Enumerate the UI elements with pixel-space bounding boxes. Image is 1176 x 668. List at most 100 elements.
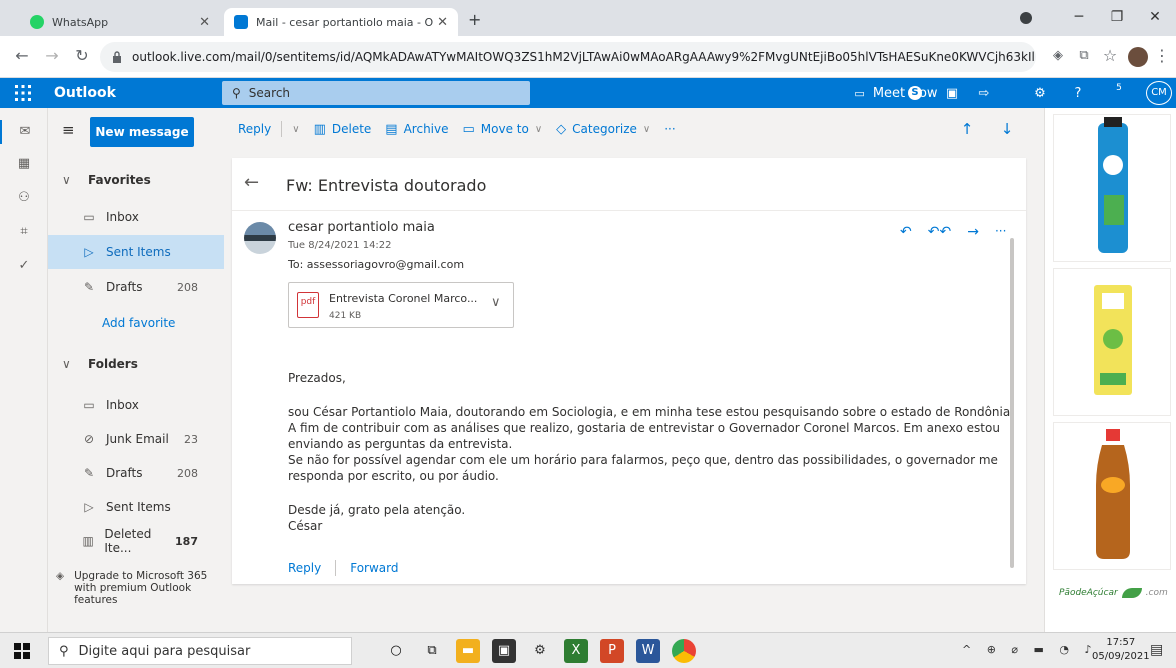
attach-icon[interactable]: ⌗ <box>12 220 36 244</box>
send-icon: ▷ <box>84 245 94 259</box>
profile-dot-icon[interactable] <box>1020 12 1032 24</box>
recipient-line: To: assessoriagovro@gmail.com <box>288 258 465 271</box>
forward-link[interactable]: Forward <box>350 561 398 575</box>
sidebar-item-favorites-drafts[interactable]: ✎ Drafts 208 <box>48 270 224 304</box>
hamburger-menu-icon[interactable]: ≡ <box>62 121 75 139</box>
taskbar-clock[interactable]: 17:57 05/09/2021 <box>1092 636 1150 664</box>
sidebar-item-sent[interactable]: ▷ Sent Items <box>48 490 224 524</box>
reply-all-icon[interactable]: ↶↶ <box>928 224 951 240</box>
more-icon[interactable]: ··· <box>995 224 1006 240</box>
url-bar[interactable]: outlook.live.com/mail/0/sentitems/id/AQM… <box>100 42 1036 72</box>
reply-icon[interactable]: ↶ <box>900 224 912 240</box>
new-tab-button[interactable]: + <box>468 10 481 29</box>
move-to-button[interactable]: ▭ Move to ∨ <box>463 122 543 137</box>
meet-now-button[interactable]: ▭ Meet Now <box>852 83 940 103</box>
folder-label: Inbox <box>106 398 139 412</box>
reply-link[interactable]: Reply <box>288 561 321 575</box>
profile-avatar[interactable] <box>1128 47 1148 67</box>
sender-avatar[interactable] <box>244 222 276 254</box>
word-icon[interactable]: W <box>636 639 660 663</box>
back-icon[interactable]: ← <box>10 44 34 68</box>
new-message-button[interactable]: New message <box>90 117 194 147</box>
powerpoint-icon[interactable]: P <box>600 639 624 663</box>
reply-button[interactable]: Reply <box>238 122 271 136</box>
archive-button[interactable]: ▤ Archive <box>385 122 448 137</box>
sidebar-item-inbox[interactable]: ▭ Inbox <box>48 388 224 422</box>
sidebar-item-drafts[interactable]: ✎ Drafts 208 <box>48 456 224 490</box>
sidebar-item-junk[interactable]: ⊘ Junk Email 23 <box>48 422 224 456</box>
close-tab-icon[interactable]: ✕ <box>199 15 210 30</box>
search-icon: ⚲ <box>59 643 69 659</box>
attachment-card[interactable]: pdf Entrevista Coronel Marco... 421 KB ∨ <box>288 282 514 328</box>
settings-icon[interactable]: ⚙ <box>528 639 552 663</box>
add-favorite-link[interactable]: Add favorite <box>102 316 175 330</box>
people-icon[interactable]: ⚇ <box>12 186 36 210</box>
system-tray-icons[interactable]: ^ ⊕ ⌀ ▬ ◔ ♪ <box>962 643 1098 656</box>
tab-whatsapp[interactable]: WhatsApp ✕ <box>20 8 220 36</box>
app-title[interactable]: Outlook <box>54 85 116 101</box>
favorites-header[interactable]: ∨ Favorites <box>62 170 151 190</box>
store-icon[interactable]: ▣ <box>492 639 516 663</box>
forward-icon[interactable]: → <box>967 224 979 240</box>
reading-pane: ← Fw: Entrevista doutorado cesar portant… <box>224 150 1044 632</box>
video-icon: ▭ <box>854 86 865 100</box>
feedback-icon[interactable]: 5 <box>1106 83 1132 103</box>
upgrade-text: Upgrade to Microsoft 365 with premium Ou… <box>74 570 208 606</box>
sidebar-item-favorites-inbox[interactable]: ▭ Inbox <box>48 200 224 234</box>
cortana-icon[interactable]: ○ <box>384 639 408 663</box>
notifications-icon[interactable]: ▤ <box>1150 642 1163 658</box>
user-avatar[interactable]: CM <box>1146 81 1172 105</box>
folder-count: 208 <box>177 466 198 480</box>
ad-brand-logo[interactable]: PãodeAçúcar .com <box>1059 588 1168 598</box>
next-item-icon[interactable]: ↓ <box>994 116 1020 142</box>
ad-product-image[interactable] <box>1053 114 1171 262</box>
sidebar-item-deleted[interactable]: ▥ Deleted Ite... 187 <box>48 524 224 558</box>
chevron-down-icon[interactable]: ∨ <box>491 295 501 310</box>
delete-button[interactable]: ▥ Delete <box>314 122 372 137</box>
tab-outlook[interactable]: Mail - cesar portantiolo maia - O ✕ <box>224 8 458 36</box>
file-explorer-icon[interactable]: ▬ <box>456 639 480 663</box>
minimize-icon[interactable]: ─ <box>1060 4 1098 30</box>
categorize-button[interactable]: ◇ Categorize ∨ <box>556 122 650 137</box>
reply-dropdown[interactable]: ∨ <box>286 124 299 135</box>
search-input[interactable]: ⚲ Search <box>222 81 530 105</box>
sidebar-item-favorites-sent[interactable]: ▷ Sent Items <box>48 235 224 269</box>
body-paragraph: Prezados, <box>288 371 346 385</box>
forward-icon[interactable]: → <box>40 44 64 68</box>
office-icon[interactable]: ▣ <box>942 83 962 103</box>
ad-product-image[interactable] <box>1053 268 1171 416</box>
ad-product-image[interactable] <box>1053 422 1171 570</box>
mail-icon[interactable]: ✉ <box>0 120 48 144</box>
help-icon[interactable]: ? <box>1068 83 1088 103</box>
reply-notify-icon[interactable]: ⇨ <box>974 83 994 103</box>
previous-item-icon[interactable]: ↑ <box>954 116 980 142</box>
share-icon[interactable]: ⧉ <box>1072 44 1096 68</box>
sender-name[interactable]: cesar portantiolo maia <box>288 220 435 235</box>
scrollbar-thumb[interactable] <box>1010 238 1014 568</box>
windows-start-icon[interactable] <box>14 643 30 659</box>
taskbar-search-input[interactable]: ⚲ Digite aqui para pesquisar <box>48 637 352 665</box>
skype-icon[interactable]: S <box>906 83 924 103</box>
settings-gear-icon[interactable]: ⚙ <box>1030 83 1050 103</box>
folders-header[interactable]: ∨ Folders <box>62 354 138 374</box>
upgrade-promo[interactable]: ◈ Upgrade to Microsoft 365 with premium … <box>56 570 216 606</box>
browser-menu-icon[interactable]: ⋮ <box>1150 44 1174 68</box>
todo-icon[interactable]: ✓ <box>12 254 36 278</box>
excel-icon[interactable]: X <box>564 639 588 663</box>
folder-label: Sent Items <box>106 500 171 514</box>
extension-icon[interactable]: ◈ <box>1046 44 1070 68</box>
archive-label: Archive <box>403 122 449 136</box>
task-view-icon[interactable]: ⧉ <box>420 639 444 663</box>
bookmark-star-icon[interactable]: ☆ <box>1098 44 1122 68</box>
reload-icon[interactable]: ↻ <box>70 44 94 68</box>
close-window-icon[interactable]: ✕ <box>1136 4 1174 30</box>
more-actions-button[interactable]: ··· <box>664 122 675 136</box>
trash-icon: ▥ <box>313 121 326 137</box>
close-tab-icon[interactable]: ✕ <box>437 15 448 30</box>
pencil-icon: ✎ <box>83 280 95 294</box>
back-arrow-icon[interactable]: ← <box>244 172 259 193</box>
calendar-icon[interactable]: ▦ <box>12 152 36 176</box>
chrome-icon[interactable] <box>672 639 696 663</box>
app-launcher-icon[interactable] <box>14 84 32 102</box>
restore-icon[interactable]: ❐ <box>1098 4 1136 30</box>
